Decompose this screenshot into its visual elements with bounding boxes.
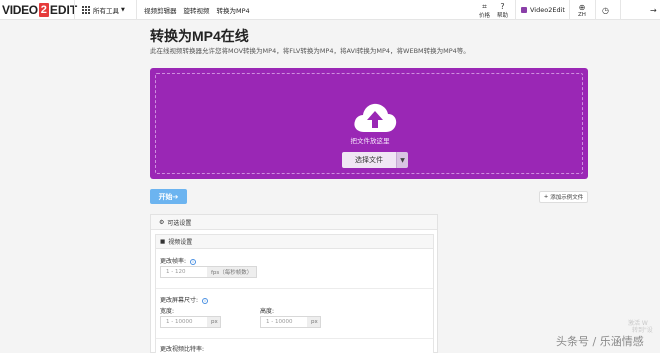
height-unit: px [307,316,321,328]
logo[interactable]: VIDEO 2 EDIT [2,2,77,18]
info-icon[interactable]: i [190,258,197,265]
nav-links: 视频剪辑器 旋转视频 转换为MP4 [144,0,250,20]
watermark-text: 头条号 / 乐涵情感 [556,335,644,348]
sign-in-button[interactable]: → [650,1,657,19]
pricing-link[interactable]: ⌗ 价格 [479,1,490,19]
video-settings-section: ■ 视频设置 更改帧率: i 1 - 120 fps（每秒帧数） 更改屏幕尺寸: i… [155,234,434,353]
nav-link-video-editor[interactable]: 视频剪辑器 [144,5,177,15]
account-icon [521,7,527,13]
choose-file-group: 选择文件 ▼ [342,152,408,168]
globe-icon: ⊕ [578,2,586,12]
help-link[interactable]: ? 帮助 [497,1,508,19]
page-title: 转换为MP4在线 [150,28,249,44]
nav-link-rotate-video[interactable]: 旋转视频 [184,5,210,15]
sign-in-icon: → [650,5,657,15]
drop-label: 把文件放这里 [350,137,390,145]
divider [156,288,433,289]
upload-cloud-icon [354,103,397,132]
video-camera-icon: ■ [160,238,166,245]
chevron-down-icon: ▼ [400,156,405,164]
divider [74,0,75,20]
gear-icon: ⚙ [159,218,165,226]
divider [620,0,621,20]
history-icon: ◷ [602,5,609,15]
choose-file-dropdown[interactable]: ▼ [396,152,408,168]
divider [156,338,433,339]
optional-settings-panel: ⚙ 可选设置 ■ 视频设置 更改帧率: i 1 - 120 fps（每秒帧数） 更… [150,214,438,353]
width-unit: px [207,316,221,328]
account-button[interactable]: Video2Edit [521,0,565,20]
resolution-label: 更改屏幕尺寸: i [160,295,209,304]
start-button[interactable]: 开始➔ [150,189,187,204]
frame-rate-label: 更改帧率: i [160,256,197,265]
height-label: 高度: [260,308,275,315]
bitrate-label: 更改视频比特率: [160,346,205,353]
chevron-down-icon: ▼ [121,7,125,13]
all-tools-menu[interactable]: 所有工具 ▼ [82,0,125,20]
file-dropzone[interactable]: 把文件放这里 选择文件 ▼ [150,68,588,179]
nav-link-convert-mp4[interactable]: 转换为MP4 [217,5,250,15]
frame-rate-input[interactable]: 1 - 120 [160,266,208,278]
dropzone-border: 把文件放这里 选择文件 ▼ [155,73,583,174]
divider [136,0,137,20]
width-label: 宽度: [160,308,175,315]
divider [569,0,570,20]
divider [515,0,516,20]
question-circle-icon: ? [500,1,505,11]
width-input[interactable]: 1 - 10000 [160,316,208,328]
history-button[interactable]: ◷ [602,1,609,19]
height-input[interactable]: 1 - 10000 [260,316,308,328]
choose-file-button[interactable]: 选择文件 [342,152,396,168]
optional-settings-header[interactable]: ⚙ 可选设置 [151,215,437,230]
tag-icon: ⌗ [482,1,487,11]
add-sample-file-button[interactable]: + 添加示例文件 [539,191,588,203]
page-subtitle: 此在线视频转换器允许您将MOV转换为MP4，将FLV转换为MP4，将AVI转换为… [150,47,470,55]
top-navigation-bar: VIDEO 2 EDIT 所有工具 ▼ 视频剪辑器 旋转视频 转换为MP4 ⌗ 价格… [0,0,660,20]
info-icon[interactable]: i [202,297,209,304]
frame-rate-unit: fps（每秒帧数） [207,266,257,278]
language-selector[interactable]: ⊕ ZH [578,1,586,19]
plus-icon: + [543,194,549,200]
divider [595,0,596,20]
grid-icon [82,6,90,14]
video-settings-header[interactable]: ■ 视频设置 [156,235,433,249]
